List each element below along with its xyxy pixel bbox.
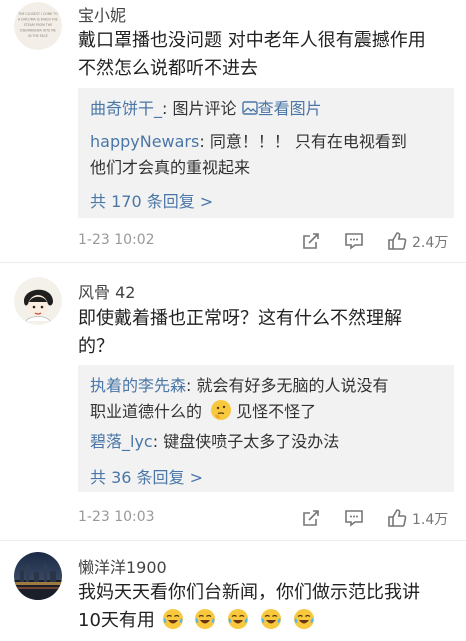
crying-laughing-emoji-icon	[292, 607, 316, 631]
comment-text: 我妈天天看你们台新闻，你们做示范比我讲 10天有用	[78, 579, 448, 635]
username[interactable]: 风骨 42	[78, 279, 135, 303]
avatar-text-line: DISHWASHER HITS ME	[20, 29, 56, 33]
reply-item[interactable]: 碧落_lyc: 键盘侠喷子太多了没办法	[90, 428, 339, 456]
username[interactable]: 宝小妮	[78, 2, 126, 26]
comment-text-line: 即使戴着播也正常呀？这有什么不然理解	[78, 308, 402, 329]
like-icon[interactable]	[386, 230, 410, 254]
comment-text-line: 10天有用	[78, 607, 448, 635]
reply-username[interactable]: 执着的李先森	[90, 376, 186, 395]
share-icon[interactable]	[300, 507, 324, 531]
reply-box[interactable]: 执着的李先森: 就会有好多无脑的人说没有 职业道德什么的 见怪不怪了 碧落_ly…	[78, 365, 454, 492]
crying-laughing-emoji-icon	[259, 607, 283, 631]
avatar-text-image: THE CLOSEST I COME TO A DIPLOMA IS WHEN …	[14, 2, 62, 50]
avatar-text-line: THE CLOSEST I COME TO	[17, 12, 58, 16]
avatar-text-line: STEAM FROM THE	[24, 23, 53, 27]
avatar[interactable]: THE CLOSEST I COME TO A DIPLOMA IS WHEN …	[14, 2, 62, 50]
reply-item[interactable]: 曲奇饼干_: 图片评论 查看图片	[90, 95, 322, 123]
comment-date: 1-23 10:03	[78, 509, 155, 525]
comment-footer: 1-23 10:03 1.4万	[0, 507, 466, 531]
reply-item[interactable]: happyNewars: 同意！！！ 只有在电视看到	[90, 128, 407, 156]
image-icon	[241, 96, 258, 115]
comment-text-line: 10天有用	[78, 610, 155, 631]
reply-box[interactable]: 曲奇饼干_: 图片评论 查看图片 happyNewars: 同意！！！ 只有在电…	[78, 88, 454, 218]
comment-item: 风骨 42 即使戴着播也正常呀？这有什么不然理解 的？ 执着的李先森: 就会有好…	[0, 263, 466, 540]
reply-username[interactable]: 碧落_lyc	[90, 432, 153, 451]
reply-item[interactable]: 执着的李先森: 就会有好多无脑的人说没有	[90, 372, 389, 400]
comment-icon[interactable]	[343, 507, 367, 531]
avatar[interactable]	[14, 277, 62, 325]
reply-separator: :	[186, 376, 197, 395]
reply-username[interactable]: 曲奇饼干_	[90, 99, 162, 118]
avatar[interactable]	[14, 552, 62, 600]
reply-separator: :	[152, 432, 164, 451]
crying-laughing-emoji-icon	[161, 607, 185, 631]
reply-separator: :	[162, 99, 173, 118]
comment-icon[interactable]	[343, 230, 367, 254]
avatar-text-line: IN THE FACE	[28, 34, 48, 38]
avatar-text-line: A DIPLOMA IS WHEN THE	[18, 18, 58, 22]
share-icon[interactable]	[300, 230, 324, 254]
reply-text: 职业道德什么的	[90, 402, 203, 421]
emoji-row	[161, 607, 319, 631]
username[interactable]: 懒洋洋1900	[78, 554, 167, 578]
reply-text-continued: 职业道德什么的 见怪不怪了	[90, 398, 316, 426]
reply-text: 见怪不怪了	[236, 402, 317, 421]
more-replies-link[interactable]: 共 36 条回复 >	[90, 464, 203, 488]
comment-date: 1-23 10:02	[78, 232, 155, 248]
thinking-emoji-icon	[209, 398, 233, 422]
comment-item: THE CLOSEST I COME TO A DIPLOMA IS WHEN …	[0, 0, 466, 262]
comment-footer: 1-23 10:02 2.4万	[0, 230, 466, 254]
reply-text: 同意！！！ 只有在电视看到	[209, 132, 407, 151]
like-count: 2.4万	[412, 235, 449, 251]
view-image-link[interactable]: 查看图片	[241, 96, 322, 118]
comment-text-line: 我妈天天看你们台新闻，你们做示范比我讲	[78, 582, 420, 603]
reply-username[interactable]: happyNewars	[90, 132, 199, 151]
like-count: 1.4万	[412, 512, 449, 528]
more-replies-link[interactable]: 共 170 条回复 >	[90, 188, 213, 212]
reply-text: 键盘侠喷子太多了没办法	[163, 432, 340, 451]
comment-text-line: 不然怎么说都听不进去	[78, 58, 258, 79]
view-image-label: 查看图片	[257, 99, 322, 118]
reply-text: 图片评论	[172, 99, 242, 118]
comment-text-line: 戴口罩播也没问题 对中老年人很有震撼作用	[78, 30, 426, 51]
comment-item: 懒洋洋1900 我妈天天看你们台新闻，你们做示范比我讲 10天有用	[0, 541, 466, 641]
crying-laughing-emoji-icon	[226, 607, 250, 631]
comment-text-line: 的？	[78, 336, 114, 357]
crying-laughing-emoji-icon	[193, 607, 217, 631]
reply-text: 就会有好多无脑的人说没有	[196, 376, 389, 395]
avatar-cityscape-image	[14, 552, 62, 600]
comment-text: 即使戴着播也正常呀？这有什么不然理解 的？	[78, 305, 448, 361]
avatar-cartoon-image	[14, 277, 62, 325]
reply-text-continued: 他们才会真的重视起来	[90, 158, 251, 177]
comment-text: 戴口罩播也没问题 对中老年人很有震撼作用 不然怎么说都听不进去	[78, 27, 448, 83]
reply-separator: :	[199, 132, 210, 151]
like-icon[interactable]	[386, 507, 410, 531]
